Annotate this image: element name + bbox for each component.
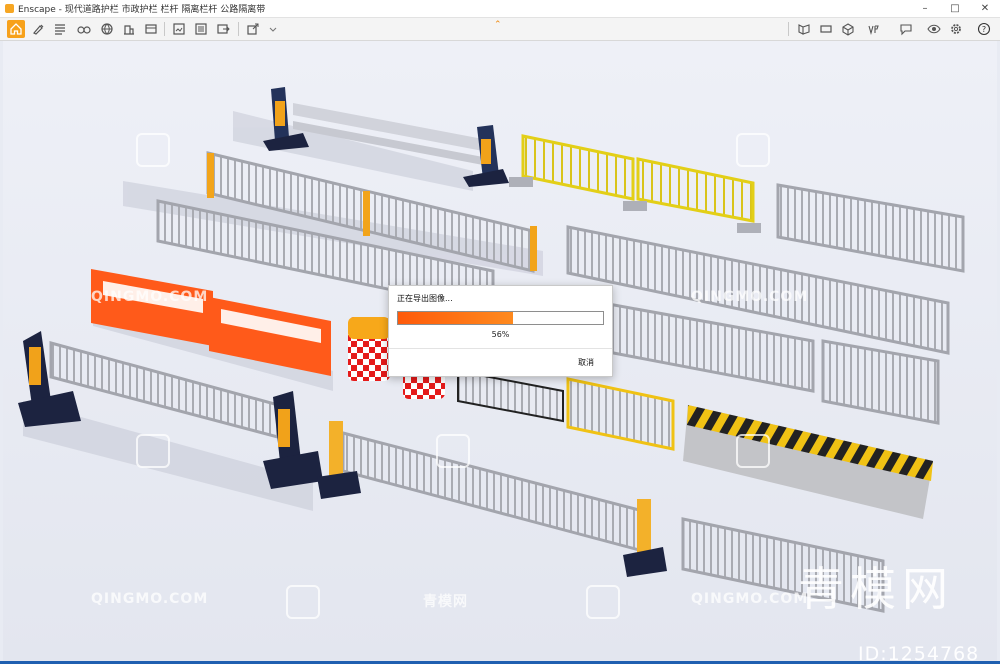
bottom-arched-fence [317,421,667,577]
big-watermark: 青模网 [798,562,954,616]
minimize-button[interactable]: – [910,0,940,17]
building-icon[interactable] [120,20,138,38]
upload-icon[interactable] [244,20,262,38]
watermark-text: QINGMO.COM [91,289,209,305]
cube-icon[interactable] [839,20,857,38]
enscape-window: Enscape - 现代道路护栏 市政护栏 栏杆 隔离栏杆 公路隔离带 – □ … [0,0,1000,664]
progress-fill [398,312,513,324]
orange-water-barrier [91,269,331,376]
watermark-logo-icon [436,434,470,468]
watermark-id: ID:1254768 [858,643,980,661]
svg-text:?: ? [982,25,986,34]
close-button[interactable]: ✕ [970,0,1000,17]
watermark-logo-icon [136,434,170,468]
watermark-logo-icon [136,133,170,167]
watermark-logo-icon [586,585,620,619]
watermark-text: QINGMO.COM [691,289,809,305]
globe-icon[interactable] [98,20,116,38]
screenshot-icon[interactable] [170,20,188,38]
window-title: Enscape - 现代道路护栏 市政护栏 栏杆 隔离栏杆 公路隔离带 [18,5,266,15]
binoculars-icon[interactable] [75,20,93,38]
watermark-text: QINGMO.COM [91,591,209,607]
batch-render-icon[interactable] [192,20,210,38]
watermark-logo-icon [736,133,770,167]
film-icon[interactable] [142,20,160,38]
home-icon[interactable] [7,20,25,38]
watermark-logo-icon [736,434,770,468]
concrete-barrier [683,405,933,519]
asset-library-icon[interactable] [795,20,813,38]
progress-percent: 56% [491,330,510,339]
maximize-button[interactable]: □ [940,0,970,17]
title-bar: Enscape - 现代道路护栏 市政护栏 栏杆 隔离栏杆 公路隔离带 – □ … [0,0,1000,18]
panorama-icon[interactable] [817,20,835,38]
dialog-divider [389,348,612,349]
watermark-brand: 青模网 [423,594,468,610]
collapse-toolbar-button[interactable]: ⌃ [494,20,502,30]
list-icon[interactable] [51,20,69,38]
dialog-title: 正在导出图像... [397,294,453,303]
help-icon[interactable]: ? [975,20,993,38]
enscape-logo-icon [5,4,14,13]
watermark-text: QINGMO.COM [691,591,809,607]
chevron-down-icon[interactable] [264,20,282,38]
progress-bar [397,311,604,325]
settings-icon[interactable] [947,20,965,38]
export-progress-dialog: 正在导出图像... 56% 取消 [388,285,613,377]
yellow-fence [509,134,761,233]
window-controls: – □ ✕ [910,0,1000,17]
watermark-logo-icon [286,585,320,619]
eye-icon[interactable] [925,20,943,38]
feedback-icon[interactable] [897,20,915,38]
toolbar: ⌃ ? [0,18,1000,41]
vr-icon[interactable] [865,20,883,38]
export-icon[interactable] [214,20,232,38]
cancel-button[interactable]: 取消 [578,357,594,368]
brush-icon[interactable] [29,20,47,38]
